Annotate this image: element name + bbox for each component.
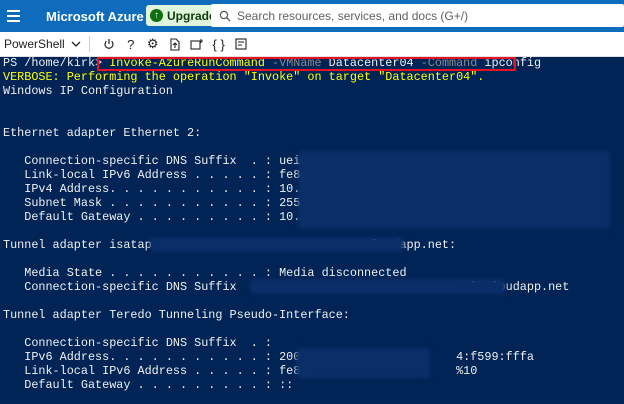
output-line: Connection-specific DNS Suffix . : ueiqt — [3, 154, 315, 168]
upload-download-icon[interactable] — [164, 34, 186, 54]
power-icon[interactable] — [98, 34, 120, 54]
chevron-down-icon — [71, 41, 81, 47]
output-line: Default Gateway . . . . . . . . . : 10.1… — [3, 210, 322, 224]
gear-icon[interactable]: ⚙ — [142, 34, 164, 54]
verbose-line: VERBOSE: Performing the operation "Invok… — [3, 70, 485, 84]
output-line: Windows IP Configuration — [3, 84, 173, 98]
output-line: Subnet Mask . . . . . . . . . . . : 255.… — [3, 196, 322, 210]
output-line: Link-local IPv6 Address . . . . . : fe80… — [3, 168, 322, 182]
brand-title[interactable]: Microsoft Azure — [46, 9, 144, 24]
command-highlight-box — [97, 57, 516, 71]
upgrade-icon: ↑ — [150, 9, 163, 22]
output-line: IPv6 Address. . . . . . . . . . . : 2001… — [3, 350, 534, 364]
shell-label: PowerShell — [4, 37, 65, 51]
output-line: Ethernet adapter Ethernet 2: — [3, 126, 202, 140]
top-bar: Microsoft Azure ↑ Upgrade Search resourc… — [0, 0, 624, 32]
shell-selector[interactable]: PowerShell — [0, 37, 81, 51]
output-line: Tunnel adapter Teredo Tunneling Pseudo-I… — [3, 308, 350, 322]
search-box[interactable]: Search resources, services, and docs (G+… — [211, 4, 624, 27]
terminal-output[interactable]: PS /home/kirk> Invoke-AzureRunCommand -V… — [0, 56, 624, 404]
output-line: Default Gateway . . . . . . . . . : :: — [3, 378, 294, 392]
redaction-blur — [298, 151, 610, 229]
upgrade-label: Upgrade — [167, 8, 216, 23]
new-session-icon[interactable] — [186, 34, 208, 54]
menu-icon[interactable] — [0, 0, 26, 32]
redaction-blur — [250, 279, 506, 294]
search-icon — [219, 10, 231, 21]
help-icon[interactable]: ? — [120, 34, 142, 54]
open-editor-icon[interactable] — [230, 34, 252, 54]
prompt: PS /home/kirk> — [3, 56, 110, 70]
braces-icon[interactable]: { } — [208, 34, 230, 54]
cloud-shell-toolbar: PowerShell ? ⚙ { } — [0, 32, 624, 57]
search-placeholder: Search resources, services, and docs (G+… — [237, 8, 469, 23]
redaction-blur — [296, 348, 430, 378]
toolbar-divider — [88, 36, 90, 52]
output-line: IPv4 Address. . . . . . . . . . . : 10.1… — [3, 182, 322, 196]
redaction-blur — [150, 237, 404, 252]
output-line: Connection-specific DNS Suffix . : — [3, 336, 273, 350]
